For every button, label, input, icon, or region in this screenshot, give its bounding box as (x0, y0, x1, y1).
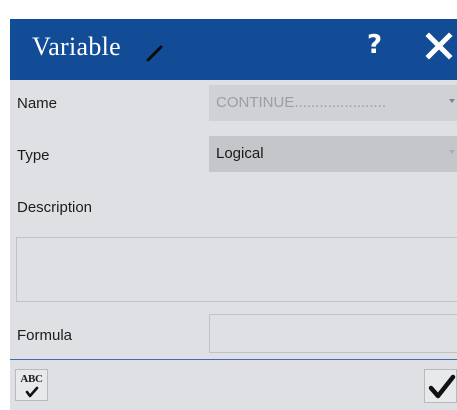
formula-label: Formula (17, 327, 73, 344)
help-button[interactable]: ? (367, 30, 382, 60)
name-dropdown[interactable]: CONTINUE...................... (209, 85, 457, 121)
chevron-down-icon (449, 99, 455, 103)
confirm-button[interactable] (424, 369, 457, 403)
description-textarea[interactable] (16, 237, 457, 302)
type-label: Type (17, 147, 50, 164)
type-dropdown[interactable]: Logical (209, 136, 457, 172)
formula-input[interactable] (209, 314, 457, 353)
name-value: CONTINUE...................... (216, 94, 387, 111)
chevron-down-icon (449, 150, 455, 154)
dialog-titlebar: Variable ? (10, 19, 457, 80)
close-icon[interactable] (425, 32, 457, 62)
checkmark-icon (428, 374, 456, 400)
pencil-icon[interactable] (146, 44, 164, 62)
name-label: Name (17, 95, 58, 112)
spell-check-button[interactable]: ABC (15, 369, 48, 401)
spell-check-icon (25, 385, 39, 398)
dialog-title: Variable (32, 32, 122, 61)
type-value: Logical (216, 145, 264, 162)
description-label: Description (17, 199, 93, 216)
spell-check-text: ABC (20, 373, 43, 385)
footer-divider (10, 359, 457, 360)
variable-dialog: Variable ? Name CONTINUE................… (10, 19, 457, 410)
